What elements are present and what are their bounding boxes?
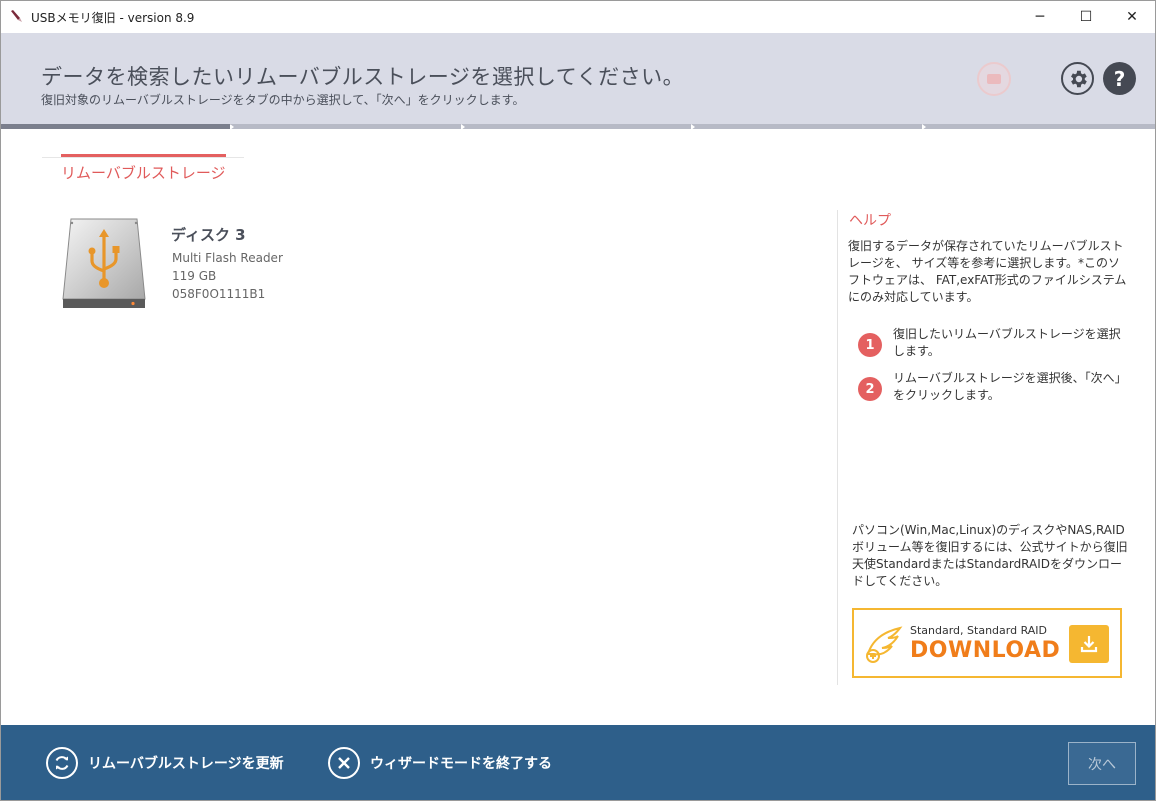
maximize-icon: ☐ — [1079, 9, 1093, 25]
tab-divider — [42, 157, 244, 158]
disk-serial: 058F0O1111B1 — [172, 287, 266, 301]
tab-label: リムーバブルストレージ — [61, 164, 226, 182]
disk-model: Multi Flash Reader — [172, 251, 283, 265]
step-separator — [230, 124, 234, 130]
disk-name: ディスク 3 — [171, 226, 246, 244]
help-title: ヘルプ — [849, 213, 891, 229]
step-number-badge: 2 — [858, 377, 882, 401]
next-button[interactable]: 次へ — [1068, 742, 1136, 785]
angel-wing-icon — [866, 626, 903, 663]
minimize-icon: ─ — [1035, 9, 1045, 25]
close-button[interactable]: ✕ — [1109, 1, 1155, 33]
exit-wizard-button[interactable]: ウィザードモードを終了する — [328, 747, 552, 779]
step-separator — [461, 124, 465, 130]
refresh-storage-button[interactable]: リムーバブルストレージを更新 — [46, 747, 284, 779]
next-label: 次へ — [1088, 756, 1116, 773]
minimize-button[interactable]: ─ — [1017, 1, 1063, 33]
wizard-header: データを検索したいリムーバブルストレージを選択してください。 復旧対象のリムーバ… — [1, 33, 1155, 124]
refresh-storage-label: リムーバブルストレージを更新 — [88, 756, 284, 772]
app-icon — [11, 10, 22, 22]
download-button[interactable] — [1069, 625, 1109, 663]
title-bar: USBメモリ復旧 - version 8.9 ─ ☐ ✕ — [1, 1, 1155, 33]
step-text: 復旧したいリムーバブルストレージを選択します。 — [893, 327, 1121, 358]
step-separator — [922, 124, 926, 130]
disk-item[interactable]: ディスク 3 Multi Flash Reader 119 GB 058F0O1… — [57, 211, 377, 311]
settings-button[interactable] — [1061, 62, 1094, 95]
help-panel: ヘルプ 復旧するデータが保存されていたリムーバブルストレージを、 サイズ等を参考… — [837, 210, 1137, 685]
download-icon — [1080, 636, 1098, 653]
step-text: リムーバブルストレージを選択後、「次へ」をクリックします。 — [893, 371, 1121, 402]
exit-wizard-label: ウィザードモードを終了する — [370, 756, 552, 772]
help-icon: ? — [1113, 66, 1126, 91]
step-progress-fill — [1, 124, 231, 129]
mail-icon[interactable] — [977, 62, 1011, 96]
page-subtitle: 復旧対象のリムーバブルストレージをタブの中から選択して、「次へ」をクリックします… — [41, 93, 525, 107]
tab-removable-storage[interactable]: リムーバブルストレージ — [42, 154, 244, 182]
step-progress-bar — [1, 124, 1155, 130]
help-description: 復旧するデータが保存されていたリムーバブルストレージを、 サイズ等を参考に選択し… — [848, 239, 1127, 304]
refresh-icon — [46, 747, 78, 779]
app-window: USBメモリ復旧 - version 8.9 ─ ☐ ✕ データを検索したいリム… — [0, 0, 1156, 801]
maximize-button[interactable]: ☐ — [1063, 1, 1109, 33]
download-banner[interactable]: Standard, Standard RAID DOWNLOAD — [852, 608, 1122, 678]
promo-text: パソコン(Win,Mac,Linux)のディスクやNAS,RAIDボリューム等を… — [852, 523, 1128, 588]
download-product-names: Standard, Standard RAID — [910, 624, 1048, 637]
usb-drive-icon — [62, 218, 146, 308]
close-icon: ✕ — [1126, 9, 1138, 25]
disk-size: 119 GB — [172, 269, 217, 283]
wizard-footer: リムーバブルストレージを更新 ウィザードモードを終了する 次へ — [1, 725, 1155, 800]
page-title: データを検索したいリムーバブルストレージを選択してください。 — [41, 65, 685, 89]
step-number-badge: 1 — [858, 333, 882, 357]
gear-icon — [1070, 70, 1087, 87]
close-circle-icon — [328, 747, 360, 779]
window-title: USBメモリ復旧 - version 8.9 — [31, 11, 195, 25]
help-button[interactable]: ? — [1103, 62, 1136, 95]
step-separator — [691, 124, 695, 130]
download-label: DOWNLOAD — [910, 638, 1061, 663]
